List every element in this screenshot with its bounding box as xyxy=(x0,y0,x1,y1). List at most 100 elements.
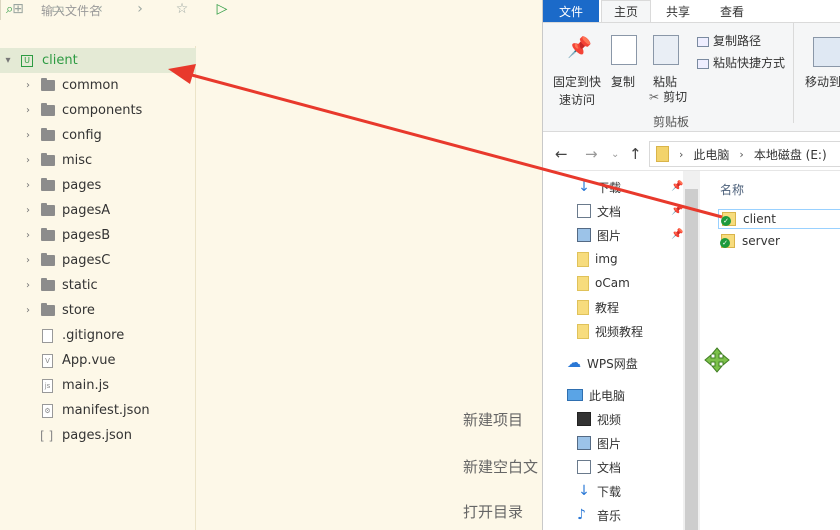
chevron-right-icon[interactable]: › xyxy=(23,80,33,91)
tree-item-pages-json[interactable]: [ ] pages.json xyxy=(0,423,196,448)
chevron-right-icon[interactable]: › xyxy=(23,230,33,241)
new-blank-file-link[interactable]: 新建空白文 xyxy=(463,456,538,477)
nav-item[interactable]: 视频 xyxy=(577,409,621,429)
crumb-local-disk[interactable]: 本地磁盘 (E:) xyxy=(754,146,827,163)
nav-scrollbar[interactable] xyxy=(683,171,700,530)
nav-item[interactable]: img xyxy=(577,249,618,269)
tree-item-pagesc[interactable]: › pagesC xyxy=(0,248,196,273)
pin-icon[interactable]: 📌 xyxy=(671,181,683,192)
nav-item[interactable]: ↓ 下载 xyxy=(577,481,621,501)
chevron-right-icon[interactable]: › xyxy=(23,255,33,266)
folder-icon xyxy=(656,146,669,162)
tree-item-components[interactable]: › components xyxy=(0,98,196,123)
cloud-icon: ☁ xyxy=(567,355,581,371)
save-icon[interactable]: ▭ xyxy=(50,1,66,17)
forward-icon[interactable]: › xyxy=(132,1,148,17)
up-arrow-icon[interactable]: ↑ xyxy=(629,145,642,163)
tree-item-label: store xyxy=(62,303,95,318)
tab-file[interactable]: 文件 xyxy=(543,0,599,22)
nav-item[interactable]: ♪ 音乐 xyxy=(577,505,621,525)
copy-icon xyxy=(611,35,637,65)
star-icon[interactable]: ☆ xyxy=(174,1,190,17)
paste-button[interactable]: 粘贴 xyxy=(647,29,683,89)
tree-item-label: .gitignore xyxy=(62,328,125,343)
tree-item-config[interactable]: › config xyxy=(0,123,196,148)
manifest-file-icon: ⚙ xyxy=(42,403,53,418)
chevron-right-icon[interactable]: › xyxy=(23,305,33,316)
back-arrow-icon[interactable]: ← xyxy=(555,145,568,163)
nav-item-label: img xyxy=(595,252,618,266)
file-icon xyxy=(42,328,53,343)
tree-item-pages[interactable]: › pages xyxy=(0,173,196,198)
tree-root-client[interactable]: ▾ U client xyxy=(0,48,196,73)
crumb-this-pc[interactable]: 此电脑 xyxy=(693,146,729,163)
folder-icon xyxy=(41,228,55,241)
tree-item-misc[interactable]: › misc xyxy=(0,148,196,173)
tree-item-pagesa[interactable]: › pagesA xyxy=(0,198,196,223)
ribbon-separator xyxy=(793,23,794,123)
folder-icon xyxy=(41,303,55,316)
chevron-right-icon[interactable]: › xyxy=(23,155,33,166)
file-item-client[interactable]: ✓ client xyxy=(718,209,840,229)
tree-item-manifest-json[interactable]: ⚙ manifest.json xyxy=(0,398,196,423)
tab-home[interactable]: 主页 xyxy=(601,0,651,22)
run-icon[interactable]: ▷ xyxy=(214,1,230,17)
nav-item[interactable]: oCam xyxy=(577,273,630,293)
address-box[interactable]: › 此电脑 › 本地磁盘 (E:) xyxy=(649,141,840,167)
pin-quick-access-button[interactable]: 📌 固定到快 速访问 xyxy=(551,29,601,107)
paste-shortcut-button[interactable]: 粘贴快捷方式 xyxy=(697,54,785,71)
cut-label: 剪切 xyxy=(663,90,688,104)
forward-arrow-icon[interactable]: → xyxy=(585,145,598,163)
open-directory-link[interactable]: 打开目录 xyxy=(463,501,523,522)
nav-item[interactable]: 文档 xyxy=(577,201,621,221)
tab-share[interactable]: 共享 xyxy=(653,0,703,22)
move-to-button[interactable]: 移动到 xyxy=(801,29,840,89)
pin-icon[interactable]: 📌 xyxy=(671,229,683,240)
nav-item-label: 音乐 xyxy=(597,508,622,523)
tree-item-common[interactable]: › common xyxy=(0,73,196,98)
tree-item-static[interactable]: › static xyxy=(0,273,196,298)
chevron-right-icon[interactable]: › xyxy=(23,205,33,216)
tree-item-gitignore[interactable]: .gitignore xyxy=(0,323,196,348)
nav-item[interactable]: 视频教程 xyxy=(577,321,643,341)
nav-item[interactable]: 教程 xyxy=(577,297,619,317)
tree-item-app-vue[interactable]: V App.vue xyxy=(0,348,196,373)
tree-item-store[interactable]: › store xyxy=(0,298,196,323)
nav-item-label: 图片 xyxy=(597,228,622,243)
chevron-right-icon[interactable]: › xyxy=(23,280,33,291)
chevron-down-icon[interactable]: ▾ xyxy=(3,55,13,66)
tree-item-main-js[interactable]: js main.js xyxy=(0,373,196,398)
tree-item-pagesb[interactable]: › pagesB xyxy=(0,223,196,248)
chevron-right-icon[interactable]: › xyxy=(23,130,33,141)
copy-path-button[interactable]: 复制路径 xyxy=(697,32,761,49)
tree-item-label: pages.json xyxy=(62,428,132,443)
cut-button[interactable]: ✂ 剪切 xyxy=(649,88,687,105)
chevron-right-icon[interactable]: › xyxy=(23,180,33,191)
file-item-label: client xyxy=(743,212,776,226)
nav-item[interactable]: 图片 xyxy=(577,225,621,245)
tab-view[interactable]: 查看 xyxy=(707,0,757,22)
nav-item[interactable]: 此电脑 xyxy=(567,385,625,405)
nav-item[interactable]: ☁ WPS网盘 xyxy=(567,353,638,373)
scissors-icon: ✂ xyxy=(649,90,660,104)
pin-icon[interactable]: 📌 xyxy=(671,205,683,216)
folder-icon xyxy=(41,128,55,141)
move-cursor-icon xyxy=(704,347,730,373)
copy-path-icon xyxy=(697,36,709,47)
recent-dropdown-icon[interactable]: ⌄ xyxy=(611,149,619,160)
folder-synced-icon: ✓ xyxy=(721,212,736,226)
new-project-link[interactable]: 新建项目 xyxy=(463,409,523,430)
file-item-server[interactable]: ✓ server xyxy=(718,231,840,251)
nav-item-label: WPS网盘 xyxy=(587,356,638,371)
folder-synced-icon: ✓ xyxy=(720,234,735,248)
column-header-name[interactable]: 名称 xyxy=(720,181,744,198)
scrollbar-thumb[interactable] xyxy=(685,189,698,530)
copy-button[interactable]: 复制 xyxy=(607,29,639,89)
move-to-icon xyxy=(813,37,840,67)
tree-item-label: main.js xyxy=(62,378,109,393)
back-icon[interactable]: ‹ xyxy=(92,1,108,17)
nav-item[interactable]: 图片 xyxy=(577,433,621,453)
nav-item[interactable]: 文档 xyxy=(577,457,621,477)
chevron-right-icon[interactable]: › xyxy=(23,105,33,116)
nav-item[interactable]: ↓ 下载 xyxy=(577,177,621,197)
